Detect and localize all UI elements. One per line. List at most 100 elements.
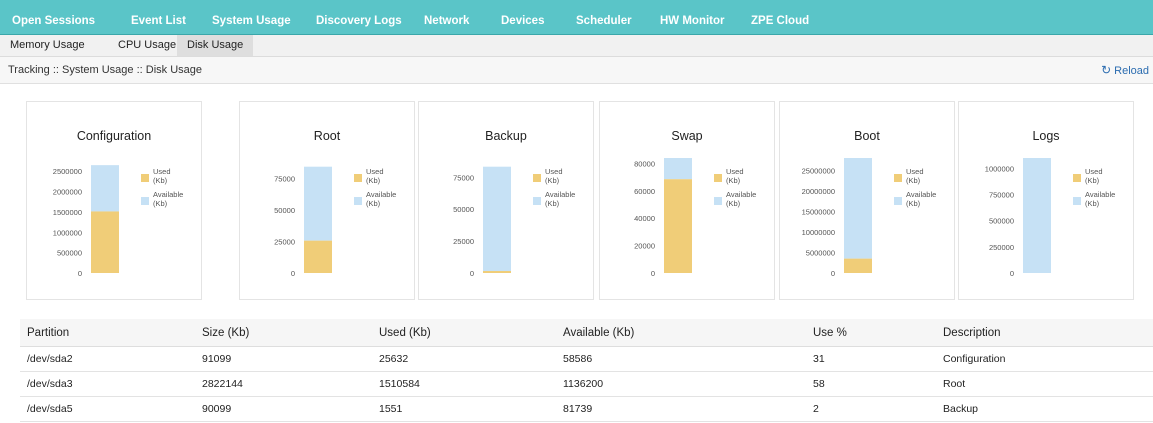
chart-card: Root 75000 50000 25000 0 Used (Kb) Available (Kb… bbox=[239, 101, 415, 300]
used-bar bbox=[304, 240, 332, 273]
top-navigation-bar: Open Sessions Event List System Usage Di… bbox=[0, 0, 1153, 35]
y-tick-label: 75000 bbox=[274, 174, 295, 183]
y-tick-label: 0 bbox=[831, 269, 835, 278]
used-bar bbox=[91, 211, 119, 273]
legend-used-unit: (Kb) bbox=[906, 176, 921, 185]
legend-used-label: Used bbox=[153, 167, 171, 176]
reload-button[interactable]: ↻ Reload bbox=[1101, 57, 1149, 84]
legend-available-swatch bbox=[141, 197, 149, 205]
column-header-available[interactable]: Available (Kb) bbox=[556, 319, 806, 347]
legend-used-unit: (Kb) bbox=[366, 176, 381, 185]
legend-available-swatch bbox=[894, 197, 902, 205]
y-tick-label: 1500000 bbox=[53, 208, 82, 217]
reload-label: Reload bbox=[1114, 65, 1149, 77]
legend-available-label: Available bbox=[1085, 190, 1115, 199]
y-tick-label: 2500000 bbox=[53, 167, 82, 176]
legend-used-label: Used bbox=[366, 167, 384, 176]
used-bar bbox=[483, 271, 511, 273]
column-header-use-percent[interactable]: Use % bbox=[806, 319, 936, 347]
legend-used-label: Used bbox=[726, 167, 744, 176]
legend-available-label: Available bbox=[726, 190, 756, 199]
cell-used: 1510584 bbox=[372, 371, 556, 397]
legend-used-unit: (Kb) bbox=[545, 176, 560, 185]
y-tick-label: 0 bbox=[1010, 269, 1014, 278]
nav-devices[interactable]: Devices bbox=[501, 0, 544, 34]
cell-used: 25632 bbox=[372, 346, 556, 372]
available-bar bbox=[304, 166, 332, 241]
cell-use-percent: 58 bbox=[806, 371, 936, 397]
breadcrumb-bar: Tracking :: System Usage :: Disk Usage ↻… bbox=[0, 57, 1153, 84]
nav-zpe-cloud[interactable]: ZPE Cloud bbox=[751, 0, 809, 34]
y-tick-label: 1000000 bbox=[53, 228, 82, 237]
legend-available-label: Available bbox=[366, 190, 396, 199]
cell-partition: /dev/sda2 bbox=[20, 346, 195, 372]
column-header-used[interactable]: Used (Kb) bbox=[372, 319, 556, 347]
nav-open-sessions[interactable]: Open Sessions bbox=[12, 0, 95, 34]
cell-description: Configuration bbox=[936, 346, 1153, 372]
table-row[interactable]: /dev/sda2 91099 25632 58586 31 Configura… bbox=[20, 346, 1153, 372]
cell-description: Backup bbox=[936, 396, 1153, 422]
chart-plot: 7500050000250000Used(Kb)Available(Kb) bbox=[274, 166, 396, 278]
tab-disk-usage[interactable]: Disk Usage bbox=[177, 35, 254, 56]
cell-available: 1136200 bbox=[556, 371, 806, 397]
table-row[interactable]: /dev/sda5 90099 1551 81739 2 Backup bbox=[20, 396, 1153, 422]
y-tick-label: 500000 bbox=[989, 217, 1014, 226]
cell-description: Root bbox=[936, 371, 1153, 397]
legend-available-unit: (Kb) bbox=[366, 199, 381, 208]
column-header-size[interactable]: Size (Kb) bbox=[195, 319, 372, 347]
chart-plot: 25000000 20000000 15000000 10000000 5000000 0… bbox=[802, 158, 936, 278]
chart-card: Swap 80000 60000 40000 20000 0 Used (Kb) Availab… bbox=[599, 101, 775, 300]
column-header-partition[interactable]: Partition bbox=[20, 319, 195, 347]
y-tick-label: 80000 bbox=[634, 159, 655, 168]
y-tick-label: 50000 bbox=[453, 205, 474, 214]
tab-cpu-usage[interactable]: CPU Usage bbox=[108, 35, 186, 56]
y-tick-label: 50000 bbox=[274, 206, 295, 215]
cell-use-percent: 31 bbox=[806, 346, 936, 372]
y-tick-label: 0 bbox=[78, 269, 82, 278]
legend-available-swatch bbox=[714, 197, 722, 205]
legend-used-label: Used bbox=[1085, 167, 1103, 176]
table-row[interactable]: /dev/sda3 2822144 1510584 1136200 58 Roo… bbox=[20, 371, 1153, 397]
legend-used-unit: (Kb) bbox=[153, 176, 168, 185]
legend-used-unit: (Kb) bbox=[1085, 176, 1100, 185]
chart-plot: 800006000040000200000Used(Kb)Available(K… bbox=[634, 158, 756, 278]
y-tick-label: 20000 bbox=[634, 242, 655, 251]
breadcrumb: Tracking :: System Usage :: Disk Usage bbox=[8, 64, 202, 76]
legend-available-unit: (Kb) bbox=[726, 199, 741, 208]
legend-available-unit: (Kb) bbox=[906, 199, 921, 208]
chart-card: Configuration 2500000 2000000 1500000 100000… bbox=[26, 101, 202, 300]
legend-available-swatch bbox=[1073, 197, 1081, 205]
y-tick-label: 0 bbox=[470, 269, 474, 278]
available-bar bbox=[1023, 158, 1051, 273]
y-tick-label: 1000000 bbox=[985, 164, 1014, 173]
table-header-row: Partition Size (Kb) Used (Kb) Available … bbox=[20, 319, 1153, 347]
nav-network[interactable]: Network bbox=[424, 0, 469, 34]
nav-scheduler[interactable]: Scheduler bbox=[576, 0, 632, 34]
column-header-description[interactable]: Description bbox=[936, 319, 1153, 347]
refresh-icon: ↻ bbox=[1101, 63, 1112, 77]
cell-available: 58586 bbox=[556, 346, 806, 372]
nav-event-list[interactable]: Event List bbox=[131, 0, 186, 34]
chart-card: Logs 1000000 750000 500000 250000 0 Used (Kb) Av… bbox=[958, 101, 1134, 300]
chart-plot: 25000002000000150000010000005000000Used(… bbox=[53, 165, 183, 278]
cell-size: 91099 bbox=[195, 346, 372, 372]
used-bar bbox=[844, 258, 872, 273]
cell-partition: /dev/sda3 bbox=[20, 371, 195, 397]
y-tick-label: 5000000 bbox=[806, 248, 835, 257]
y-tick-label: 20000000 bbox=[802, 187, 835, 196]
cell-available: 81739 bbox=[556, 396, 806, 422]
available-bar bbox=[844, 158, 872, 259]
tab-memory-usage[interactable]: Memory Usage bbox=[0, 35, 95, 56]
y-tick-label: 25000 bbox=[453, 237, 474, 246]
y-tick-label: 75000 bbox=[453, 173, 474, 182]
nav-system-usage[interactable]: System Usage bbox=[212, 0, 291, 34]
nav-discovery-logs[interactable]: Discovery Logs bbox=[316, 0, 402, 34]
legend-available-label: Available bbox=[545, 190, 575, 199]
chart-plot: 10000007500005000002500000Used(Kb)Availa… bbox=[985, 158, 1115, 278]
nav-hw-monitor[interactable]: HW Monitor bbox=[660, 0, 725, 34]
cell-use-percent: 2 bbox=[806, 396, 936, 422]
legend-available-label: Available bbox=[906, 190, 936, 199]
legend-used-swatch bbox=[1073, 174, 1081, 182]
available-bar bbox=[664, 158, 692, 180]
y-tick-label: 2000000 bbox=[53, 188, 82, 197]
